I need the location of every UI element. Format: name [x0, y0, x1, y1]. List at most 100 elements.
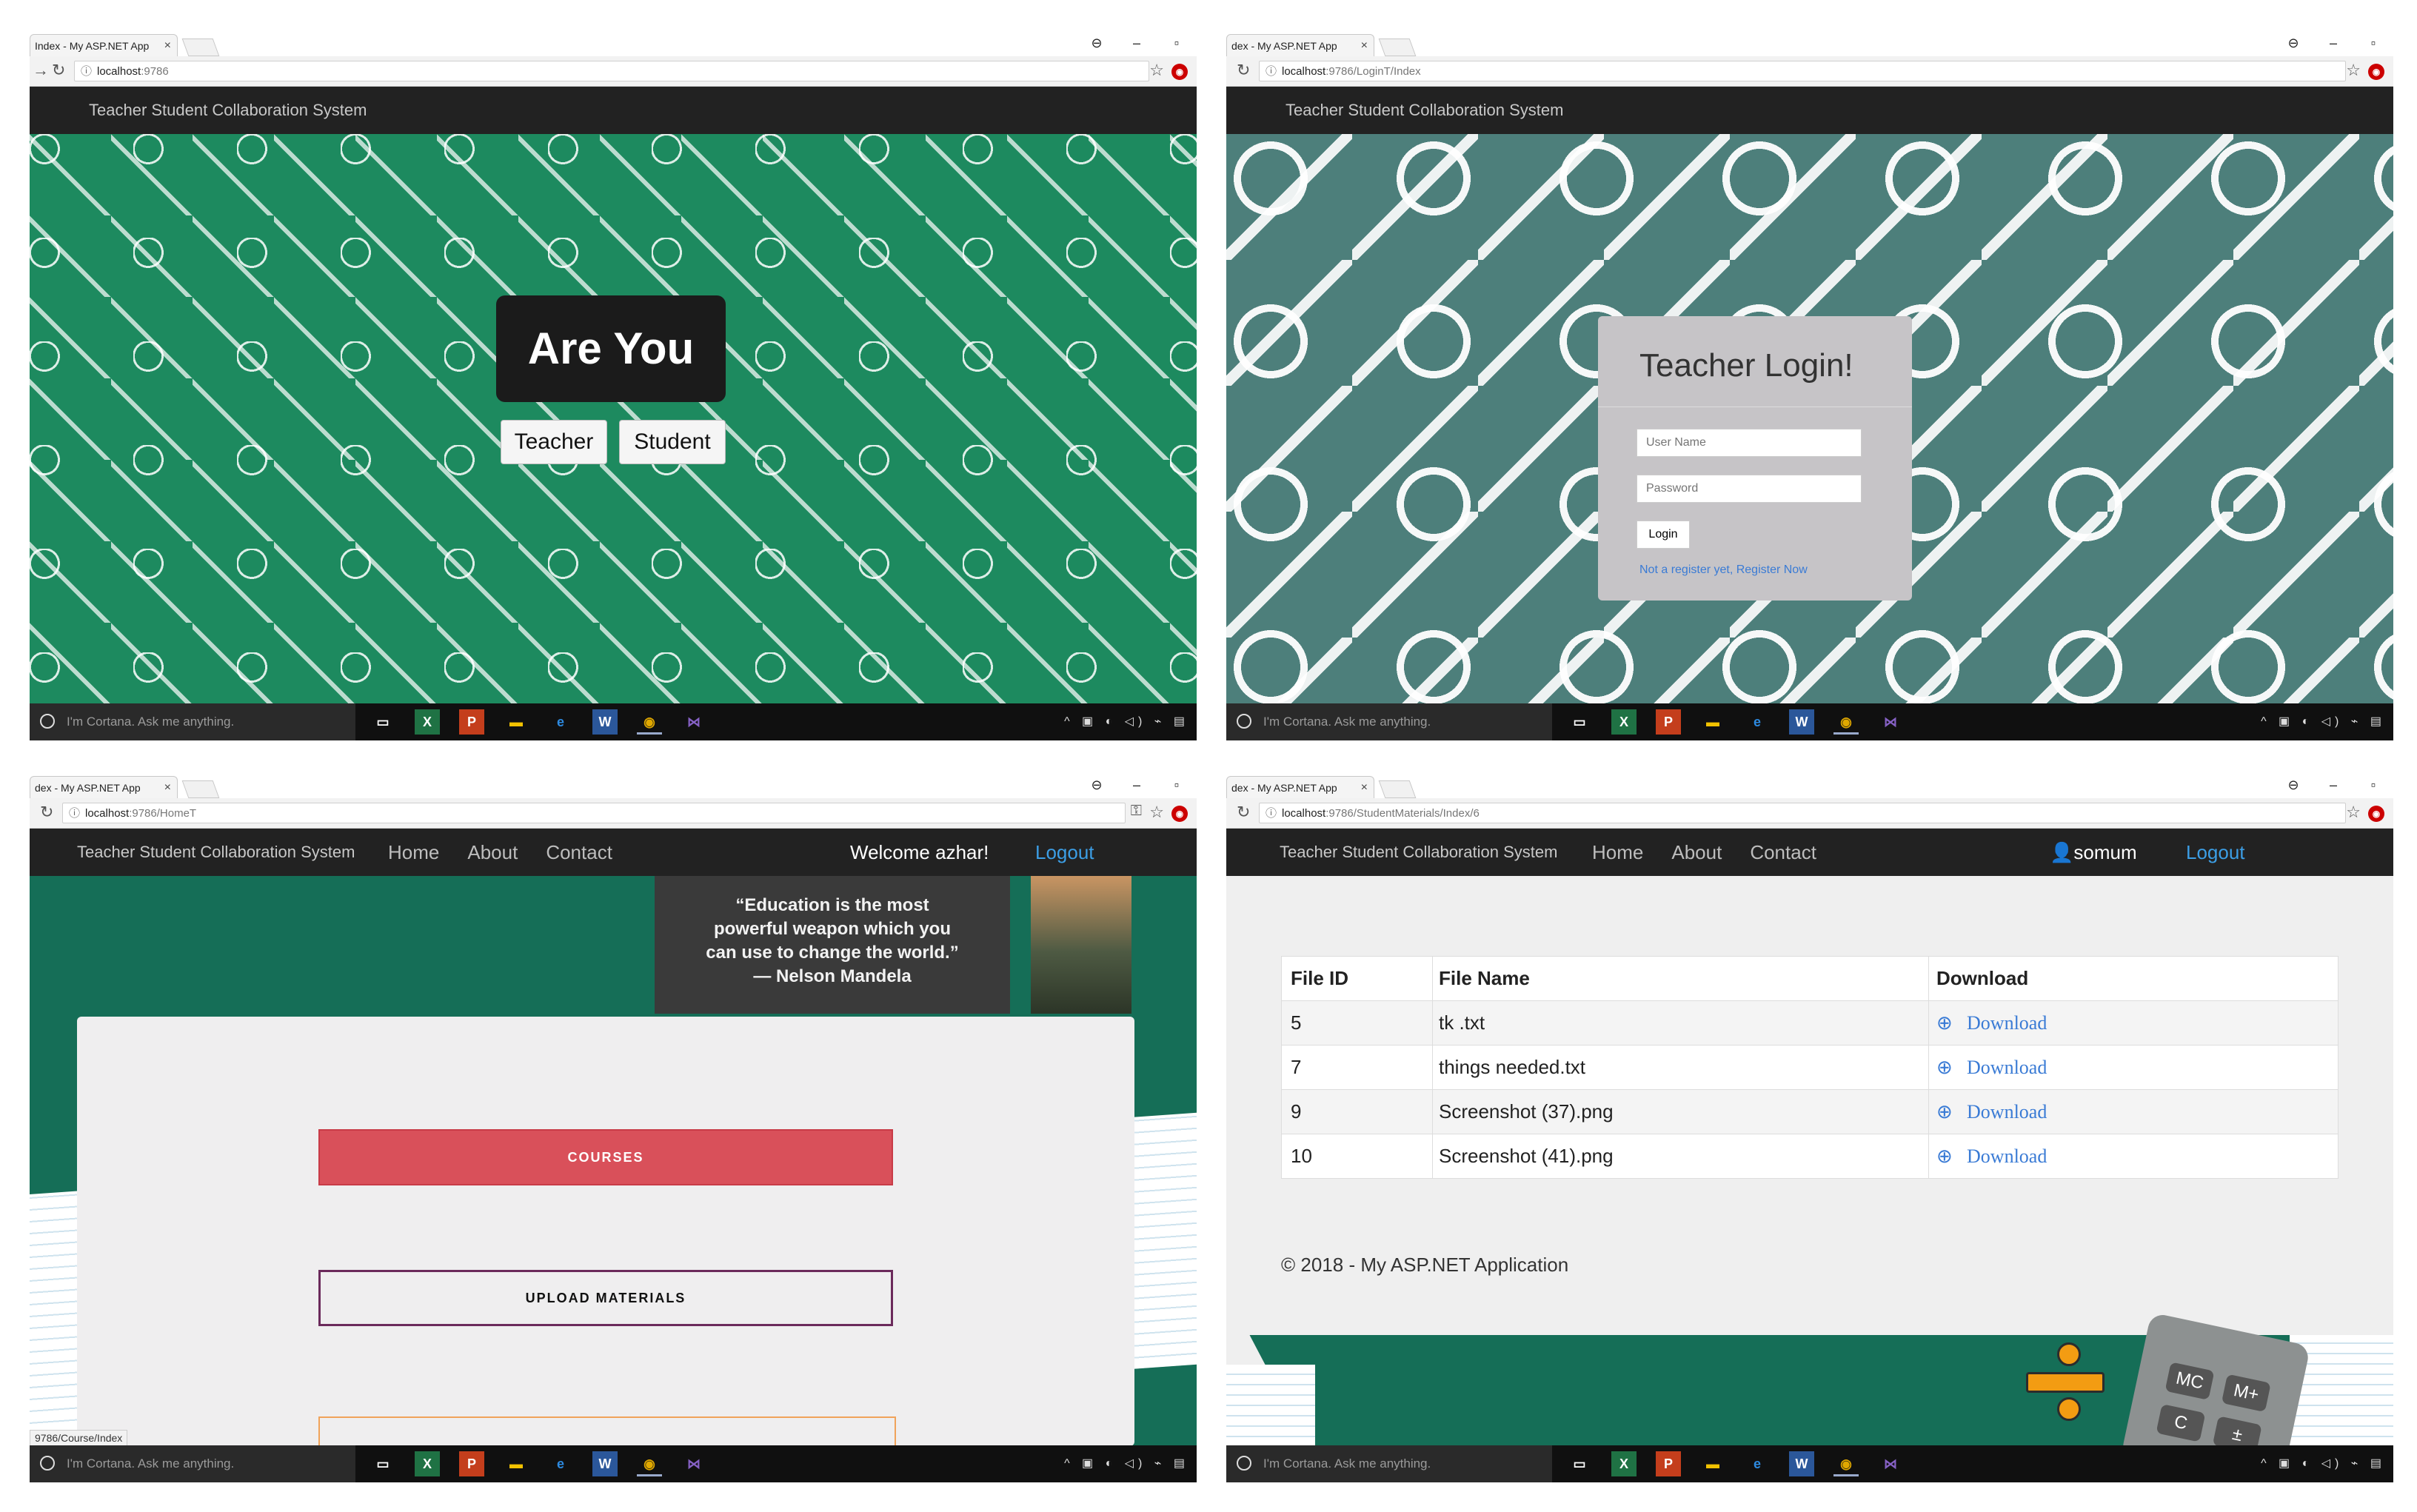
browser-tab[interactable]: dex - My ASP.NET App × [1226, 776, 1374, 798]
download-link[interactable]: Download [1967, 1012, 2047, 1034]
system-tray[interactable]: ^ ▣ ◐ ◁) ⌁ ▤ [1064, 703, 1189, 740]
download-icon[interactable]: ⊕ [1936, 1056, 1953, 1078]
teacher-button[interactable]: Teacher [501, 420, 607, 464]
bookmark-star-icon[interactable]: ☆ [2346, 61, 2361, 80]
brand-link[interactable]: Teacher Student Collaboration System [1280, 829, 1557, 876]
upload-materials-button[interactable]: UPLOAD MATERIALS [318, 1270, 893, 1326]
back-icon[interactable]: → [33, 61, 49, 80]
login-button[interactable]: Login [1637, 521, 1690, 549]
nav-home[interactable]: Home [1592, 829, 1643, 876]
maximize-button[interactable]: ▫ [1157, 772, 1197, 798]
minimize-button[interactable]: – [2313, 30, 2353, 56]
powerpoint-icon[interactable]: P [1656, 709, 1681, 735]
reload-icon[interactable]: ↻ [40, 803, 53, 822]
close-tab-icon[interactable]: × [164, 35, 171, 56]
nav-about[interactable]: About [467, 829, 518, 876]
password-input[interactable] [1637, 475, 1862, 503]
file-explorer-icon[interactable]: ▬ [1700, 709, 1725, 735]
cortana-search[interactable]: I'm Cortana. Ask me anything. [1226, 703, 1552, 740]
word-icon[interactable]: W [592, 1451, 618, 1476]
extension-icon[interactable]: ◉ [2368, 806, 2384, 822]
visual-studio-icon[interactable]: ⋈ [681, 709, 706, 735]
close-tab-icon[interactable]: × [1361, 777, 1368, 798]
new-tab-button[interactable] [1378, 780, 1417, 798]
close-tab-icon[interactable]: × [164, 777, 171, 798]
minimize-button[interactable]: – [2313, 772, 2353, 798]
visual-studio-icon[interactable]: ⋈ [1878, 1451, 1903, 1476]
register-link[interactable]: Not a register yet, Register Now [1639, 563, 1808, 577]
chrome-icon[interactable]: ◉ [1833, 709, 1859, 735]
extension-icon[interactable]: ◉ [1171, 806, 1188, 822]
edge-icon[interactable]: e [1745, 709, 1770, 735]
reload-icon[interactable]: ↻ [1237, 61, 1250, 80]
extension-icon[interactable]: ◉ [2368, 64, 2384, 80]
excel-icon[interactable]: X [1611, 1451, 1637, 1476]
minimize-button[interactable]: – [1117, 772, 1157, 798]
task-view-icon[interactable]: ▭ [1567, 709, 1592, 735]
download-link[interactable]: Download [1967, 1057, 2047, 1078]
browser-tab[interactable]: dex - My ASP.NET App × [30, 776, 178, 798]
browser-tab[interactable]: dex - My ASP.NET App × [1226, 34, 1374, 56]
bookmark-star-icon[interactable]: ☆ [1149, 61, 1164, 80]
visual-studio-icon[interactable]: ⋈ [681, 1451, 706, 1476]
cortana-search[interactable]: I'm Cortana. Ask me anything. [30, 703, 355, 740]
edge-icon[interactable]: e [548, 709, 573, 735]
powerpoint-icon[interactable]: P [459, 1451, 484, 1476]
nav-contact[interactable]: Contact [546, 829, 612, 876]
new-tab-button[interactable] [181, 39, 220, 56]
new-tab-button[interactable] [1378, 39, 1417, 56]
courses-button[interactable]: COURSES [318, 1129, 893, 1185]
key-icon[interactable]: ⚿ [1131, 803, 1142, 820]
browser-tab[interactable]: Index - My ASP.NET App × [30, 34, 178, 56]
maximize-button[interactable]: ▫ [2353, 30, 2393, 56]
powerpoint-icon[interactable]: P [1656, 1451, 1681, 1476]
maximize-button[interactable]: ▫ [1157, 30, 1197, 56]
task-view-icon[interactable]: ▭ [370, 709, 395, 735]
excel-icon[interactable]: X [1611, 709, 1637, 735]
nav-home[interactable]: Home [388, 829, 439, 876]
excel-icon[interactable]: X [415, 1451, 440, 1476]
word-icon[interactable]: W [592, 709, 618, 735]
cortana-search[interactable]: I'm Cortana. Ask me anything. [30, 1445, 355, 1482]
profile-icon[interactable]: ⊖ [1077, 30, 1117, 56]
reload-icon[interactable]: ↻ [1237, 803, 1250, 822]
edge-icon[interactable]: e [1745, 1451, 1770, 1476]
download-link[interactable]: Download [1967, 1101, 2047, 1123]
file-explorer-icon[interactable]: ▬ [1700, 1451, 1725, 1476]
brand-link[interactable]: Teacher Student Collaboration System [77, 829, 355, 876]
student-button[interactable]: Student [619, 420, 726, 464]
username-input[interactable] [1637, 429, 1862, 457]
download-icon[interactable]: ⊕ [1936, 1011, 1953, 1034]
chrome-icon[interactable]: ◉ [637, 709, 662, 735]
profile-icon[interactable]: ⊖ [2273, 30, 2313, 56]
partial-button[interactable] [318, 1416, 896, 1446]
chrome-icon[interactable]: ◉ [1833, 1451, 1859, 1476]
bookmark-star-icon[interactable]: ☆ [1149, 803, 1164, 822]
file-explorer-icon[interactable]: ▬ [504, 709, 529, 735]
excel-icon[interactable]: X [415, 709, 440, 735]
brand-link[interactable]: Teacher Student Collaboration System [1286, 87, 1563, 134]
logout-link[interactable]: Logout [2186, 829, 2245, 876]
nav-about[interactable]: About [1671, 829, 1722, 876]
reload-icon[interactable]: ↻ [52, 61, 65, 80]
address-bar[interactable]: ⓘ localhost:9786/StudentMaterials/Index/6 [1259, 803, 2346, 823]
minimize-button[interactable]: – [1117, 30, 1157, 56]
address-bar[interactable]: ⓘ localhost:9786/LoginT/Index [1259, 61, 2346, 81]
system-tray[interactable]: ^ ▣ ◐ ◁) ⌁ ▤ [2261, 1445, 2386, 1482]
download-icon[interactable]: ⊕ [1936, 1145, 1953, 1167]
extension-icon[interactable]: ◉ [1171, 64, 1188, 80]
word-icon[interactable]: W [1789, 1451, 1814, 1476]
powerpoint-icon[interactable]: P [459, 709, 484, 735]
system-tray[interactable]: ^ ▣ ◐ ◁) ⌁ ▤ [1064, 1445, 1189, 1482]
task-view-icon[interactable]: ▭ [1567, 1451, 1592, 1476]
edge-icon[interactable]: e [548, 1451, 573, 1476]
download-icon[interactable]: ⊕ [1936, 1100, 1953, 1123]
brand-link[interactable]: Teacher Student Collaboration System [89, 87, 367, 134]
chrome-icon[interactable]: ◉ [637, 1451, 662, 1476]
new-tab-button[interactable] [181, 780, 220, 798]
address-bar[interactable]: ⓘ localhost:9786 [74, 61, 1149, 81]
close-tab-icon[interactable]: × [1361, 35, 1368, 56]
file-explorer-icon[interactable]: ▬ [504, 1451, 529, 1476]
address-bar[interactable]: ⓘ localhost:9786/HomeT [62, 803, 1126, 823]
profile-icon[interactable]: ⊖ [2273, 772, 2313, 798]
